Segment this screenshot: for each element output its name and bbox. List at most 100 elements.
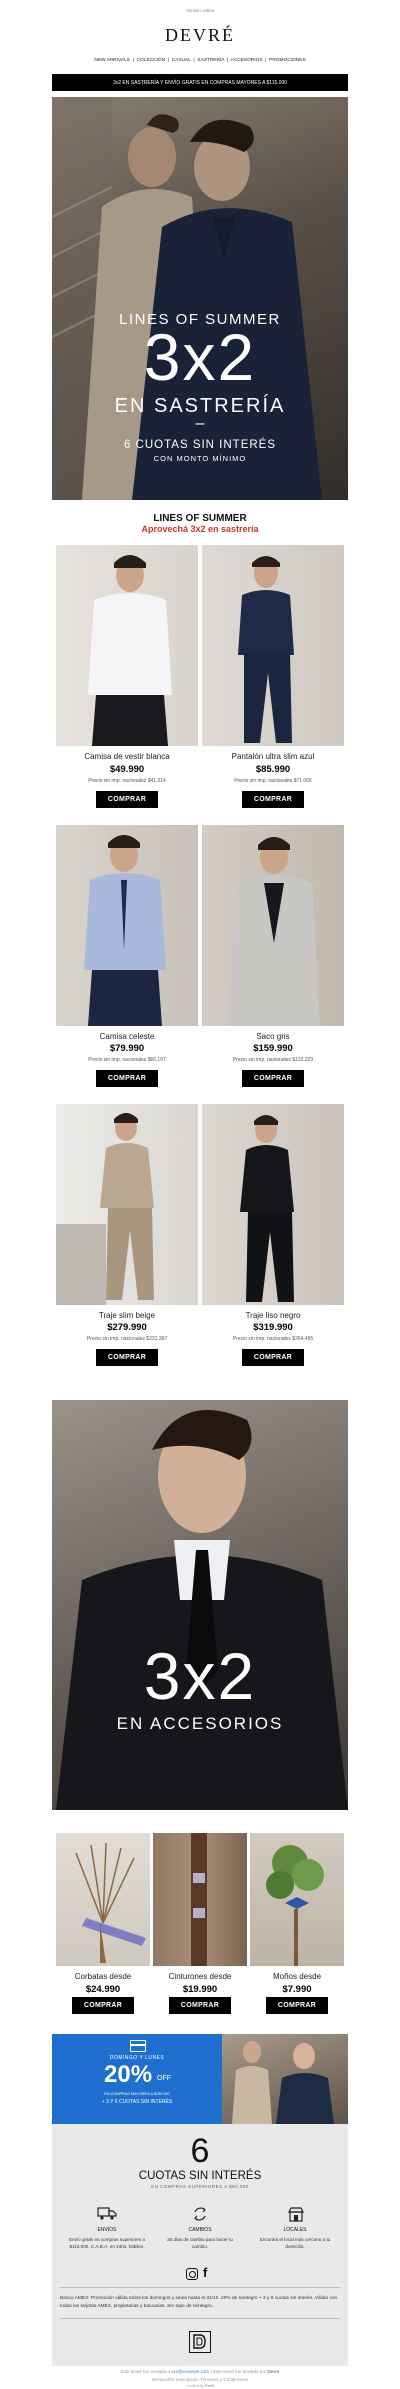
service-text: Encontrá el local más cercano a tu domic… bbox=[259, 2237, 331, 2249]
white-shirt-model-photo bbox=[88, 555, 172, 746]
footer-sender-link[interactable]: Devré bbox=[267, 2369, 279, 2374]
facebook-icon[interactable]: f bbox=[203, 2265, 207, 2280]
buy-button[interactable]: COMPRAR bbox=[96, 791, 158, 808]
ties-bouquet-photo bbox=[75, 1842, 146, 1963]
promo-percent: 20% bbox=[104, 2061, 153, 2088]
footer-verified: Verified by Perfit bbox=[0, 2384, 400, 2388]
hero-minimo: CON MONTO MÍNIMO bbox=[153, 454, 247, 463]
accessory-price: $7.990 bbox=[282, 1984, 312, 1995]
promo-condition: EN COMPRAS MAYORES A $150.000 bbox=[104, 2092, 170, 2096]
buy-button[interactable]: COMPRAR bbox=[72, 1997, 134, 2014]
product-price-note: Precio sin imp. nacionales $41.314 bbox=[88, 778, 166, 784]
buy-button[interactable]: COMPRAR bbox=[96, 1070, 158, 1087]
accessory-price: $19.990 bbox=[182, 1984, 218, 1995]
product-price: $85.990 bbox=[255, 764, 291, 775]
accessory-name[interactable]: Moños desde bbox=[250, 1972, 344, 1981]
accessory-price: $24.990 bbox=[85, 1984, 121, 1995]
grey-blazer-model-photo bbox=[228, 837, 320, 1026]
promo-models-photo bbox=[232, 2041, 334, 2124]
brand-monogram-icon[interactable] bbox=[189, 2331, 211, 2353]
footer-sent-by: | Este email fue enviado por bbox=[210, 2369, 267, 2374]
product-price-note: Precio sin imp. nacionales $231.397 bbox=[86, 1336, 168, 1342]
service-title[interactable]: LOCALES bbox=[250, 2227, 340, 2233]
service-text: 30 días de cambio para hacer tu cambio. bbox=[167, 2237, 233, 2249]
nav-casual[interactable]: CASUAL bbox=[172, 58, 191, 63]
nav-sastreria[interactable]: SASTRERÍA bbox=[197, 58, 224, 63]
product-price: $319.990 bbox=[253, 1322, 293, 1333]
product-image-white-shirt[interactable] bbox=[56, 545, 198, 746]
section-title: LINES OF SUMMER bbox=[153, 513, 247, 524]
hero-dash: – bbox=[195, 415, 205, 432]
nav-accesorios[interactable]: ACCESORIOS bbox=[231, 58, 263, 63]
verified-label: Verified by bbox=[186, 2384, 204, 2388]
instagram-icon[interactable] bbox=[186, 2268, 198, 2280]
nav-coleccion[interactable]: COLECCIÓN bbox=[137, 58, 166, 63]
promo-off: OFF bbox=[157, 2075, 171, 2082]
product-price: $159.990 bbox=[253, 1043, 293, 1054]
hero-cuotas: 6 CUOTAS SIN INTERÉS bbox=[123, 439, 277, 451]
nav-promociones[interactable]: PROMOCIONES bbox=[269, 58, 306, 63]
service-title[interactable]: CAMBIOS bbox=[155, 2227, 245, 2233]
amex-promo-image[interactable] bbox=[222, 2034, 348, 2124]
accessory-image-ties[interactable] bbox=[56, 1833, 150, 1966]
product-name[interactable]: Camisa celeste bbox=[56, 1032, 198, 1041]
product-name[interactable]: Saco gris bbox=[202, 1032, 344, 1041]
belts-photo bbox=[191, 1833, 207, 1966]
product-price: $49.990 bbox=[109, 764, 145, 775]
light-blue-shirt-model-photo bbox=[84, 835, 166, 1026]
beige-suit-model-photo bbox=[56, 1113, 154, 1305]
product-name[interactable]: Camisa de vestir blanca bbox=[56, 752, 198, 761]
hero-banner[interactable]: LINES OF SUMMER 3x2 EN SASTRERÍA – 6 CUO… bbox=[52, 97, 348, 500]
buy-button[interactable]: COMPRAR bbox=[242, 791, 304, 808]
truck-icon bbox=[97, 2206, 117, 2220]
card-icon bbox=[130, 2040, 146, 2052]
product-price-note: Precio sin imp. nacionales $66.107 bbox=[88, 1057, 166, 1063]
product-name[interactable]: Traje liso negro bbox=[202, 1311, 344, 1320]
accessory-image-bowties[interactable] bbox=[250, 1833, 344, 1966]
footer-email-link[interactable]: xxx@example.com bbox=[171, 2369, 209, 2374]
promo-topbar[interactable]: 3x2 EN SASTRERÍA Y ENVÍO GRATIS EN COMPR… bbox=[52, 74, 348, 91]
amex-promo-banner[interactable]: DOMINGO Y LUNES 20% OFF EN COMPRAS MAYOR… bbox=[52, 2034, 222, 2124]
product-price: $279.990 bbox=[107, 1322, 147, 1333]
verified-brand-link[interactable]: Perfit bbox=[205, 2384, 214, 2388]
divider bbox=[60, 2287, 340, 2288]
accessories-3x2: 3x2 bbox=[143, 1639, 257, 1713]
cuotas-number: 6 bbox=[190, 2132, 210, 2170]
accessories-model-photo bbox=[56, 1410, 348, 1810]
buy-button[interactable]: COMPRAR bbox=[242, 1070, 304, 1087]
blue-pants-model-photo bbox=[238, 556, 294, 743]
product-price: $79.990 bbox=[109, 1043, 145, 1054]
footer-links[interactable]: Desuscribir Suscripción Términos y Condi… bbox=[0, 2377, 400, 2382]
accessory-image-belts[interactable] bbox=[153, 1833, 247, 1966]
accessories-banner[interactable]: 3x2 EN ACCESORIOS bbox=[52, 1400, 348, 1810]
preheader-link[interactable]: Versión online bbox=[0, 8, 400, 13]
product-name[interactable]: Pantalón ultra slim azul bbox=[202, 752, 344, 761]
bowties-bouquet-photo bbox=[266, 1845, 324, 1966]
nav-new-arrivals[interactable]: NEW ARRIVALS bbox=[94, 58, 130, 63]
buy-button[interactable]: COMPRAR bbox=[96, 1349, 158, 1366]
buy-button[interactable]: COMPRAR bbox=[266, 1997, 328, 2014]
service-title[interactable]: ENVÍOS bbox=[62, 2227, 152, 2233]
product-image-grey-blazer[interactable] bbox=[202, 825, 344, 1026]
accessory-name[interactable]: Corbatas desde bbox=[56, 1972, 150, 1981]
legal-text: Banco AMEX: Promoción válida todos los d… bbox=[60, 2296, 338, 2310]
buy-button[interactable]: COMPRAR bbox=[169, 1997, 231, 2014]
exchange-icon bbox=[192, 2206, 208, 2222]
buy-button[interactable]: COMPRAR bbox=[242, 1349, 304, 1366]
product-name[interactable]: Traje slim beige bbox=[56, 1311, 198, 1320]
footer-sent-to: Este email fue enviado a bbox=[120, 2369, 170, 2374]
accessories-subtitle: EN ACCESORIOS bbox=[116, 1714, 284, 1733]
product-price-note: Precio sin imp. nacionales $132.223 bbox=[232, 1057, 314, 1063]
product-image-black-suit[interactable] bbox=[202, 1104, 344, 1305]
cuotas-title: CUOTAS SIN INTERÉS bbox=[138, 2170, 262, 2182]
service-text: Envío gratis en compras superiores a $11… bbox=[68, 2237, 146, 2249]
product-image-light-blue-shirt[interactable] bbox=[56, 825, 198, 1026]
product-image-beige-suit[interactable] bbox=[56, 1104, 198, 1305]
main-nav: NEW ARRIVALS | COLECCIÓN | CASUAL | SAST… bbox=[94, 58, 306, 63]
product-image-blue-pants[interactable] bbox=[202, 545, 344, 746]
hero-3x2: 3x2 bbox=[143, 320, 257, 394]
product-price-note: Precio sin imp. nacionales $264.455 bbox=[232, 1336, 314, 1342]
section-subtitle: Aprovechá 3x2 en sastrería bbox=[141, 524, 259, 534]
brand-logo[interactable]: DEVRÉ bbox=[0, 25, 400, 46]
accessory-name[interactable]: Cinturones desde bbox=[153, 1972, 247, 1981]
